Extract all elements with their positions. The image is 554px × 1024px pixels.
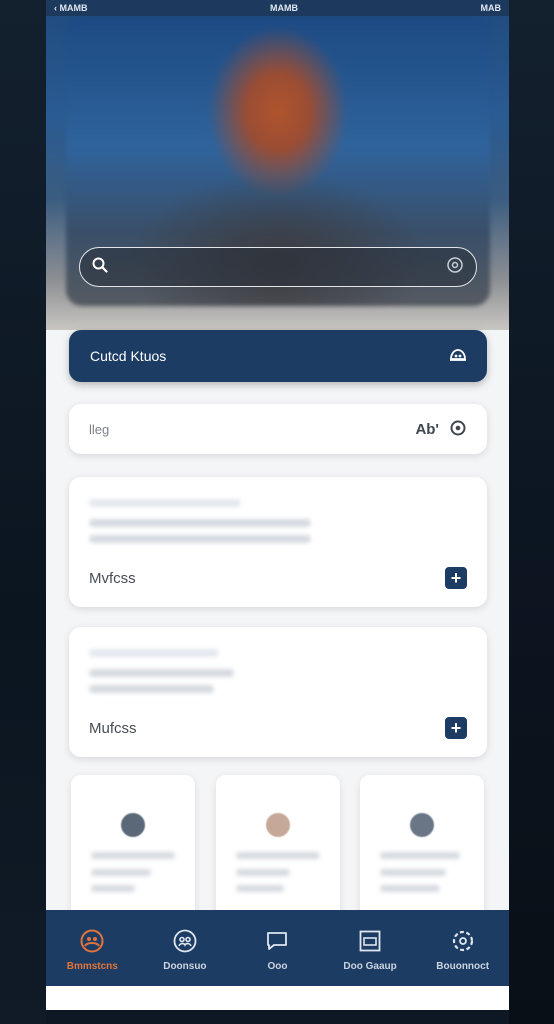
tile-text-placeholder	[380, 869, 446, 876]
card-1-title-placeholder	[89, 499, 241, 507]
tile[interactable]	[360, 775, 484, 925]
tile-grid	[69, 775, 487, 925]
gallery-icon	[358, 929, 382, 953]
status-center: MAMB	[270, 3, 298, 13]
tile-text-placeholder	[91, 852, 175, 859]
card-2-title-placeholder	[89, 649, 219, 657]
tile-avatar	[266, 813, 290, 837]
settings-icon	[451, 929, 475, 953]
card-1-text-placeholder	[89, 519, 311, 527]
status-bar: ‹ MAMB MAMB MAB	[46, 0, 509, 16]
nav-label-home: Bmmstcns	[66, 960, 118, 972]
backdrop-left	[0, 0, 46, 1024]
camera-icon[interactable]	[446, 256, 464, 279]
tile-text-placeholder	[91, 885, 135, 892]
tile-text-placeholder	[236, 885, 284, 892]
primary-action-button[interactable]: Cutcd Ktuos	[69, 330, 487, 382]
nav-item-gallery[interactable]: Doo Gaaup	[326, 929, 414, 972]
tile-text-placeholder	[91, 869, 151, 876]
filter-label: lleg	[89, 421, 110, 437]
nav-item-settings[interactable]: Bouonnoct	[419, 929, 507, 972]
content-card-1[interactable]: Mvfcss +	[69, 477, 487, 607]
filter-row[interactable]: lleg Ab'	[69, 404, 487, 454]
card-1-text-placeholder	[89, 535, 311, 543]
search-input[interactable]	[116, 258, 446, 276]
tile[interactable]	[216, 775, 340, 925]
nav-item-people[interactable]: Doonsuo	[141, 929, 229, 972]
settings-icon[interactable]	[449, 419, 467, 440]
add-button[interactable]: +	[445, 717, 467, 739]
add-button[interactable]: +	[445, 567, 467, 589]
home-icon	[80, 929, 104, 953]
nav-label-chat: Ooo	[267, 960, 288, 972]
search-icon	[92, 257, 108, 278]
text-size-toggle[interactable]: Ab'	[415, 421, 439, 438]
search-bar[interactable]	[79, 247, 477, 287]
tile-text-placeholder	[236, 869, 290, 876]
nav-label-settings: Bouonnoct	[436, 960, 490, 972]
card-2-text-placeholder	[89, 669, 234, 677]
status-right: MAB	[480, 3, 502, 13]
tile-text-placeholder	[380, 885, 440, 892]
card-2-label: Mufcss	[89, 720, 137, 737]
tile[interactable]	[71, 775, 195, 925]
card-2-text-placeholder	[89, 685, 214, 693]
primary-action-label: Cutcd Ktuos	[90, 348, 167, 364]
tile-avatar	[121, 813, 145, 837]
nav-item-home[interactable]: Bmmstcns	[48, 929, 136, 972]
card-1-label: Mvfcss	[89, 570, 136, 587]
tile-avatar	[410, 813, 434, 837]
nav-label-people: Doonsuo	[163, 960, 207, 972]
tools-icon	[449, 347, 467, 366]
home-indicator-bar	[46, 986, 509, 1010]
tile-text-placeholder	[380, 852, 460, 859]
people-icon	[173, 929, 197, 953]
content-card-2[interactable]: Mufcss +	[69, 627, 487, 757]
bottom-nav: Bmmstcns Doonsuo Ooo Doo Gaaup Bouonnoct	[46, 910, 509, 986]
tile-text-placeholder	[236, 852, 320, 859]
nav-item-chat[interactable]: Ooo	[233, 929, 321, 972]
nav-label-gallery: Doo Gaaup	[343, 960, 397, 972]
phone-screen: ‹ MAMB MAMB MAB Cutcd Ktuos lleg Ab' Mvf…	[46, 0, 509, 1010]
chat-icon	[265, 929, 289, 953]
status-left: ‹ MAMB	[54, 3, 88, 13]
backdrop-right	[509, 0, 554, 1024]
